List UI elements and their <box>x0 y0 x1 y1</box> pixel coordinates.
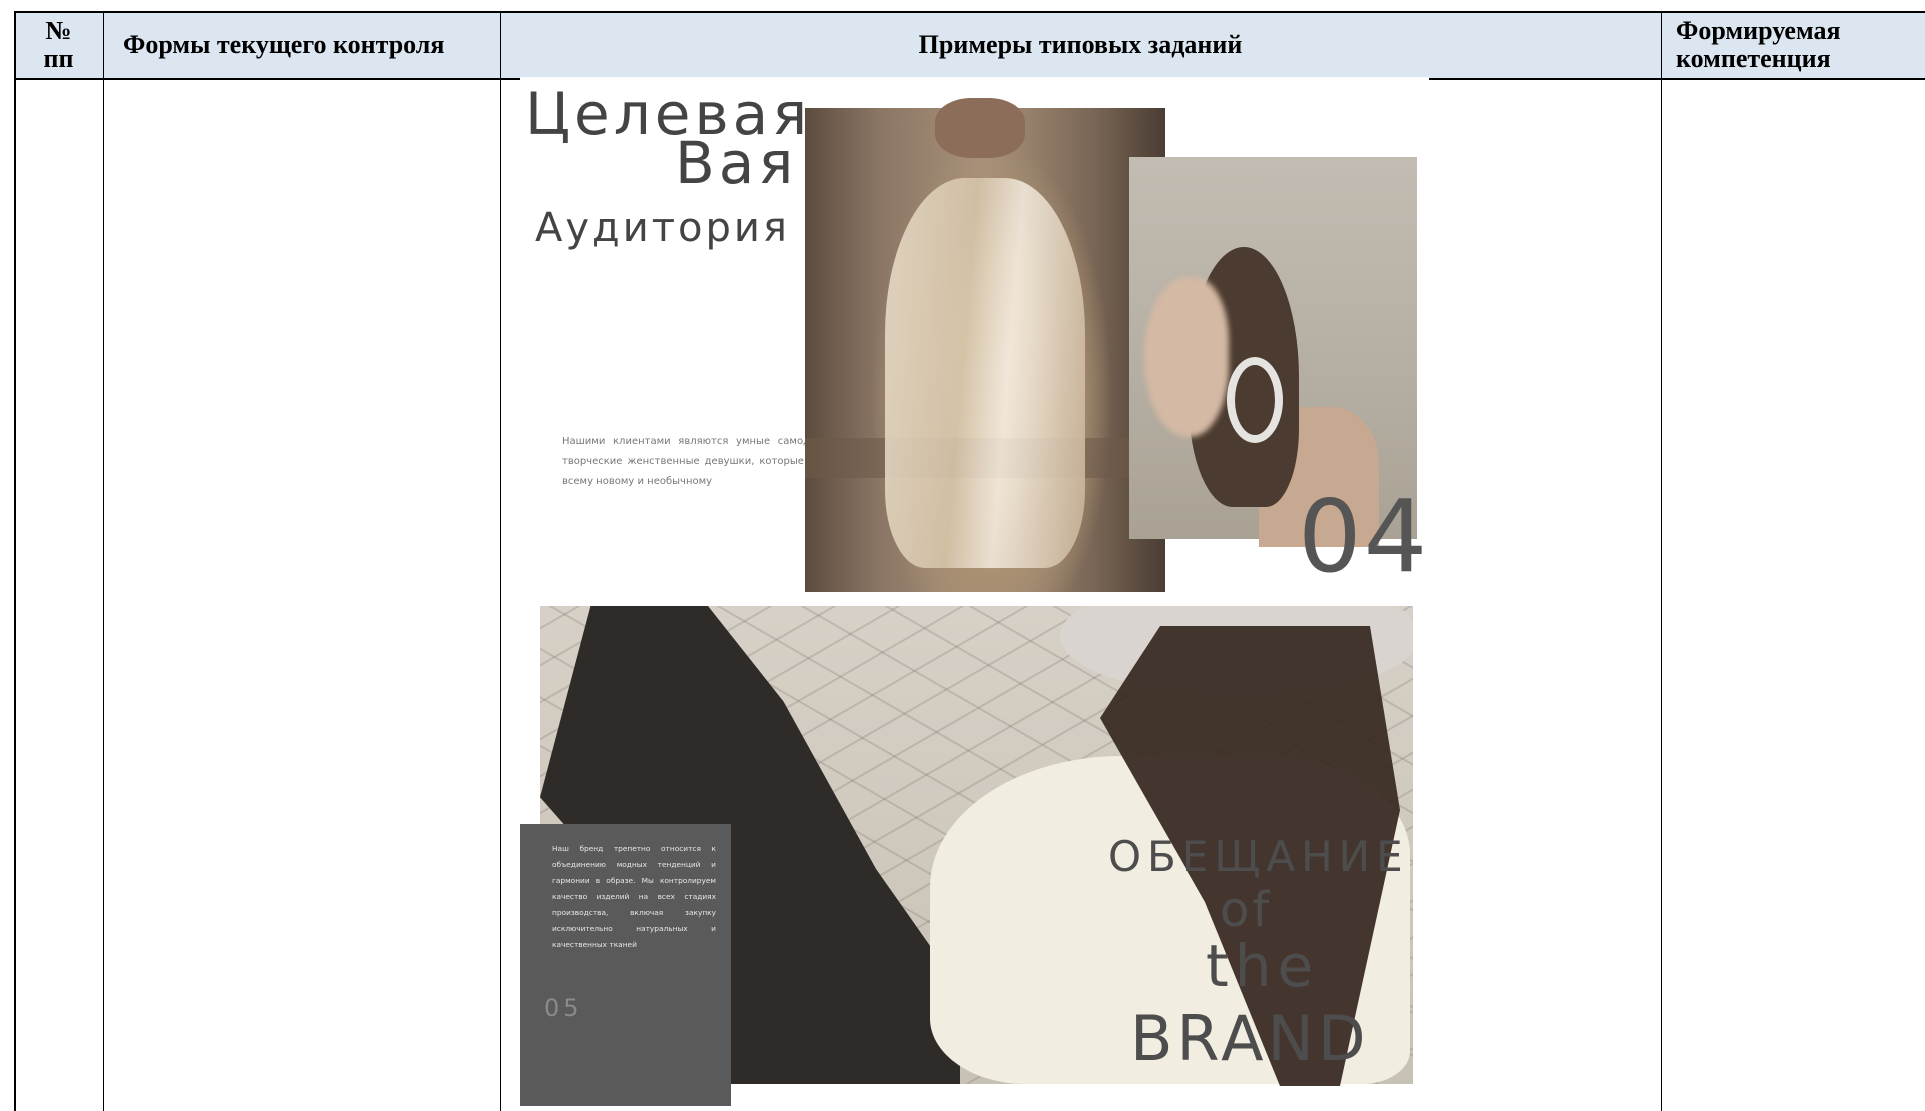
slide1-title-line3: Аудитория <box>535 205 790 251</box>
slide2-number: 05 <box>544 994 583 1022</box>
header-examples: Примеры типовых заданий <box>918 29 1243 59</box>
header-number-line1: № <box>45 16 72 46</box>
column-border-4 <box>1661 11 1662 1111</box>
header-forms: Формы текущего контроля <box>123 29 445 59</box>
column-border-3 <box>500 11 501 1111</box>
header-competence-line2: компетенция <box>1676 43 1831 73</box>
slide-brand-promise: ОБЕЩАНИЕ of the BRAND Наш бренд трепетно… <box>520 606 1413 1106</box>
photo-woman-in-dress <box>805 98 1165 592</box>
column-border-1 <box>14 11 16 1111</box>
slide1-title-line2: Вая <box>675 129 798 197</box>
header-competence-line1: Формируемая <box>1676 16 1841 46</box>
header-number-line2: пп <box>43 43 74 73</box>
column-border-2 <box>103 11 104 1111</box>
header-competence: Формируемая компетенция <box>1664 11 1925 78</box>
header-number: № пп <box>14 11 103 78</box>
brand-promise-line1: ОБЕЩАНИЕ <box>1108 832 1409 881</box>
brand-promise-line4: BRAND <box>1130 1002 1370 1075</box>
brand-box-text: Наш бренд трепетно относится к объединен… <box>552 844 716 949</box>
brand-promise-line3: the <box>1206 932 1320 1000</box>
slide-target-audience: Целевая Вая Аудитория Нашими клиентами я… <box>520 77 1429 593</box>
slide1-number: 04 <box>1298 478 1429 593</box>
table-border-top <box>14 11 1925 13</box>
brand-promise-line2: of <box>1220 882 1273 938</box>
